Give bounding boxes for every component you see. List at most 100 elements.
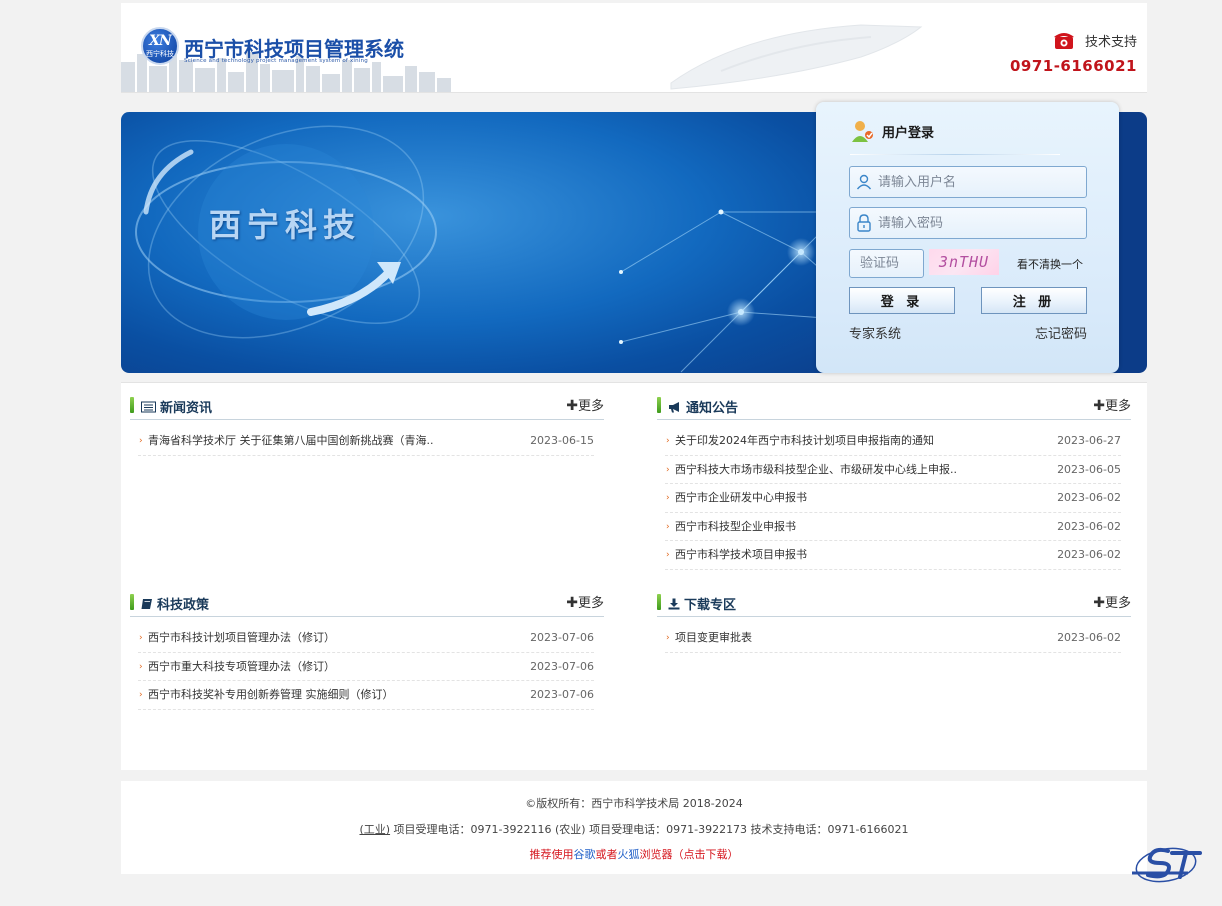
register-button[interactable]: 注 册 [981,287,1087,314]
phone-icon [1053,33,1074,49]
firefox-label: 火狐 [617,848,640,861]
browser-download-link[interactable]: 推荐使用谷歌或者火狐浏览器（点击下载） [121,846,1147,862]
list-item[interactable]: › 西宁科技大市场市级科技型企业、市级研发中心线上申报.. 2023-06-05 [665,456,1121,484]
list-item[interactable]: › 西宁市科技计划项目管理办法（修订） 2023-07-06 [138,624,594,653]
system-subtitle: Science and technology project managemen… [184,58,368,64]
logo-badge-text: 西宁科技 [146,50,174,58]
newspaper-icon [141,401,156,412]
list-item[interactable]: › 西宁市重大科技专项管理办法（修订） 2023-07-06 [138,653,594,681]
download-panel-header: 下载专区 ✚更多 [657,581,1131,617]
site-footer: ©版权所有：西宁市科学技术局 2018-2024 (工业) 项目受理电话：097… [121,781,1147,874]
item-date: 2023-07-06 [530,659,594,673]
item-date: 2023-06-02 [1057,519,1121,533]
password-input[interactable] [878,215,1078,231]
item-date: 2023-06-02 [1057,631,1121,644]
chrome-label: 谷歌 [573,848,596,861]
notice-more-link[interactable]: ✚更多 [1093,395,1131,414]
plus-icon: ✚ [566,398,578,414]
browser-suffix: 浏览器（点击下载） [639,848,739,861]
item-date: 2023-06-02 [1057,548,1121,561]
industry-phone: 项目受理电话：0971-3922116 [390,823,556,836]
news-title: 新闻资讯 [160,401,213,416]
plus-icon: ✚ [1093,595,1105,611]
section-marker [130,397,134,413]
arrow-icon: › [666,633,670,643]
item-title: 项目变更审批表 [675,631,752,644]
item-title: 西宁市科技奖补专用创新券管理 实施细则（修订） [148,688,394,701]
arrow-icon: › [139,436,143,446]
item-date: 2023-07-06 [530,631,594,644]
captcha-image[interactable]: 3nTHU [929,249,999,275]
item-date: 2023-06-15 [530,434,594,447]
site-header: XN 西宁科技 西宁市科技项目管理系统 Science and technolo… [121,3,1147,93]
more-label: 更多 [1104,399,1131,414]
arrow-icon: › [666,464,670,475]
arrow-icon: › [666,521,670,532]
copyright: ©版权所有：西宁市科学技术局 2018-2024 [525,797,743,810]
tech-support: 技术支持 0971-6166021 [1010,29,1137,75]
captcha-input[interactable] [849,249,924,278]
arrow-icon: › [139,633,143,643]
download-more-link[interactable]: ✚更多 [1093,592,1131,611]
section-marker [657,594,661,610]
captcha-refresh-link[interactable]: 看不清换一个 [1017,256,1083,272]
list-item[interactable]: › 西宁市科学技术项目申报书 2023-06-02 [665,541,1121,570]
list-item[interactable]: › 西宁市科技型企业申报书 2023-06-02 [665,513,1121,541]
download-list: › 项目变更审批表 2023-06-02 [665,624,1121,653]
item-title: 西宁市科技计划项目管理办法（修订） [148,631,335,644]
list-item[interactable]: › 青海省科学技术厅 关于征集第八届中国创新挑战赛（青海.. 2023-06-15 [138,427,594,456]
list-item[interactable]: › 西宁市科技奖补专用创新券管理 实施细则（修订） 2023-07-06 [138,681,594,710]
news-list: › 青海省科学技术厅 关于征集第八届中国创新挑战赛（青海.. 2023-06-15 [138,427,594,456]
expert-system-link[interactable]: 专家系统 [849,323,901,342]
login-panel: 用户登录 3nTHU 看不清换一个 登 录 注 册 专家系统 忘记密码 [816,102,1119,373]
download-icon [668,598,680,609]
content-area: 新闻资讯 ✚更多 › 青海省科学技术厅 关于征集第八届中国创新挑战赛（青海.. 20… [121,382,1147,770]
item-title: 西宁市重大科技专项管理办法（修订） [148,659,335,673]
login-divider [850,154,1060,155]
login-button[interactable]: 登 录 [849,287,955,314]
industry-link[interactable]: (工业) [359,823,390,836]
notice-panel-header: 通知公告 ✚更多 [657,384,1131,420]
list-item[interactable]: › 关于印发2024年西宁市科技计划项目申报指南的通知 2023-06-27 [665,427,1121,456]
agriculture-phone: 项目受理电话：0971-3922173 技术支持电话：0971-6166021 [585,823,909,836]
policy-more-link[interactable]: ✚更多 [566,592,604,611]
browser-or: 或者 [595,848,618,861]
support-label: 技术支持 [1084,34,1137,50]
more-label: 更多 [577,399,604,414]
item-title: 关于印发2024年西宁市科技计划项目申报指南的通知 [675,434,934,447]
item-title: 西宁市科技型企业申报书 [675,519,796,533]
news-more-link[interactable]: ✚更多 [566,395,604,414]
bureau-logo-icon [1132,847,1202,883]
download-panel: 下载专区 ✚更多 › 项目变更审批表 2023-06-02 [657,581,1131,653]
item-title: 西宁市企业研发中心申报书 [675,491,807,504]
arrow-icon: › [666,550,670,560]
username-input[interactable] [878,174,1078,190]
user-icon [856,174,872,190]
login-title: 用户登录 [882,125,935,141]
item-date: 2023-06-02 [1057,491,1121,504]
item-date: 2023-06-27 [1057,434,1121,447]
policy-panel: 科技政策 ✚更多 › 西宁市科技计划项目管理办法（修订） 2023-07-06 › 西… [130,581,604,710]
list-item[interactable]: › 项目变更审批表 2023-06-02 [665,624,1121,653]
forgot-password-link[interactable]: 忘记密码 [1035,323,1087,342]
list-item[interactable]: › 西宁市企业研发中心申报书 2023-06-02 [665,484,1121,513]
item-title: 西宁科技大市场市级科技型企业、市级研发中心线上申报.. [675,462,957,476]
item-title: 青海省科学技术厅 关于征集第八届中国创新挑战赛（青海.. [148,434,434,447]
notice-panel: 通知公告 ✚更多 › 关于印发2024年西宁市科技计划项目申报指南的通知 2023-… [657,384,1131,570]
username-field[interactable] [849,166,1087,198]
more-label: 更多 [1104,596,1131,611]
logo-badge: XN 西宁科技 [141,27,179,65]
password-field[interactable] [849,207,1087,239]
notice-list: › 关于印发2024年西宁市科技计划项目申报指南的通知 2023-06-27 › 西宁… [665,427,1121,570]
notice-title: 通知公告 [686,401,739,416]
item-title: 西宁市科学技术项目申报书 [675,548,807,561]
download-title: 下载专区 [684,598,737,613]
arrow-icon: › [666,436,670,446]
news-panel: 新闻资讯 ✚更多 › 青海省科学技术厅 关于征集第八届中国创新挑战赛（青海.. 20… [130,384,604,456]
contact-line: (工业) 项目受理电话：0971-3922116 (农业) 项目受理电话：097… [121,821,1147,837]
section-marker [130,594,134,610]
logo-letters: XN [149,33,172,49]
item-date: 2023-06-05 [1057,462,1121,476]
agriculture-link[interactable]: (农业) [555,823,586,836]
book-icon [141,598,152,609]
